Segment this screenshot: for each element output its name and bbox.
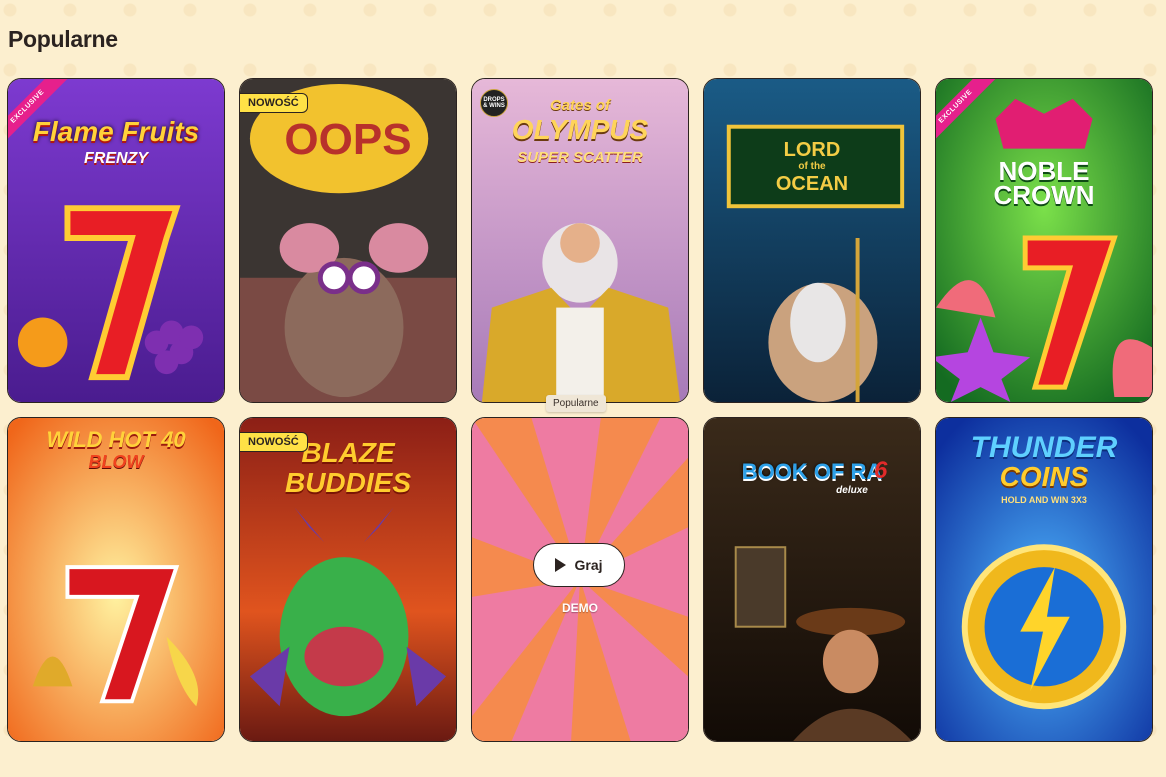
game-art <box>936 79 1152 402</box>
game-number: 6 <box>874 457 888 484</box>
game-subtitle: SUPER SCATTER <box>517 149 643 166</box>
game-tile-blaze-buddies[interactable]: BLAZE BUDDIES NOWOŚĆ <box>239 417 457 742</box>
game-title: THUNDER <box>970 431 1118 464</box>
new-badge: NOWOŚĆ <box>240 432 308 452</box>
game-subtitle: deluxe <box>836 485 868 496</box>
drops-and-wins-icon: DROPS & WINS <box>480 89 508 117</box>
game-art <box>704 79 920 402</box>
game-title: BOOK OF RA <box>741 459 883 484</box>
game-subtitle: BLOW <box>88 452 144 472</box>
game-tile-wild-hot-40-blow[interactable]: WILD HOT 40 BLOW <box>7 417 225 742</box>
game-subtitle: CROWN <box>993 180 1095 210</box>
play-icon <box>555 558 567 572</box>
game-subtitle: COINS <box>999 461 1089 492</box>
game-tile-book-of-ra-deluxe-6[interactable]: BOOK OF RA deluxe 6 <box>703 417 921 742</box>
game-title: LORD <box>783 139 841 161</box>
game-title: WILD HOT 40 <box>46 427 186 452</box>
play-button[interactable]: Graj <box>533 543 625 587</box>
game-tile-lord-of-the-ocean[interactable]: LORD of the OCEAN <box>703 78 921 403</box>
game-title: OLYMPUS <box>511 114 649 145</box>
game-tile-thunder-coins[interactable]: THUNDER COINS HOLD AND WIN 3X3 <box>935 417 1153 742</box>
game-tile-noble-crown[interactable]: NOBLE CROWN EXCLUSIVE <box>935 78 1153 403</box>
game-tile-flame-fruits-frenzy[interactable]: Flame Fruits FRENZY EXCLUSIVE <box>7 78 225 403</box>
game-subtitle: OCEAN <box>775 173 849 195</box>
game-title: OOPS <box>284 115 412 164</box>
game-title-mid: of the <box>798 161 826 172</box>
game-tile-oops[interactable]: OOPS NOWOŚĆ <box>239 78 457 403</box>
game-tile-demo[interactable]: Graj DEMO <box>471 417 689 742</box>
new-badge: NOWOŚĆ <box>240 93 308 113</box>
game-subtitle: BUDDIES <box>284 467 411 498</box>
game-tagline: HOLD AND WIN 3X3 <box>1001 495 1087 505</box>
section-title: Popularne <box>8 26 118 52</box>
tooltip: Popularne <box>546 395 606 412</box>
play-button-label: Graj <box>574 557 603 573</box>
demo-link[interactable]: DEMO <box>472 601 688 615</box>
game-title: Flame Fruits <box>32 116 200 147</box>
game-subtitle: FRENZY <box>84 150 148 167</box>
game-tile-gates-of-olympus[interactable]: Gates of OLYMPUS SUPER SCATTER DROPS & W… <box>471 78 689 403</box>
